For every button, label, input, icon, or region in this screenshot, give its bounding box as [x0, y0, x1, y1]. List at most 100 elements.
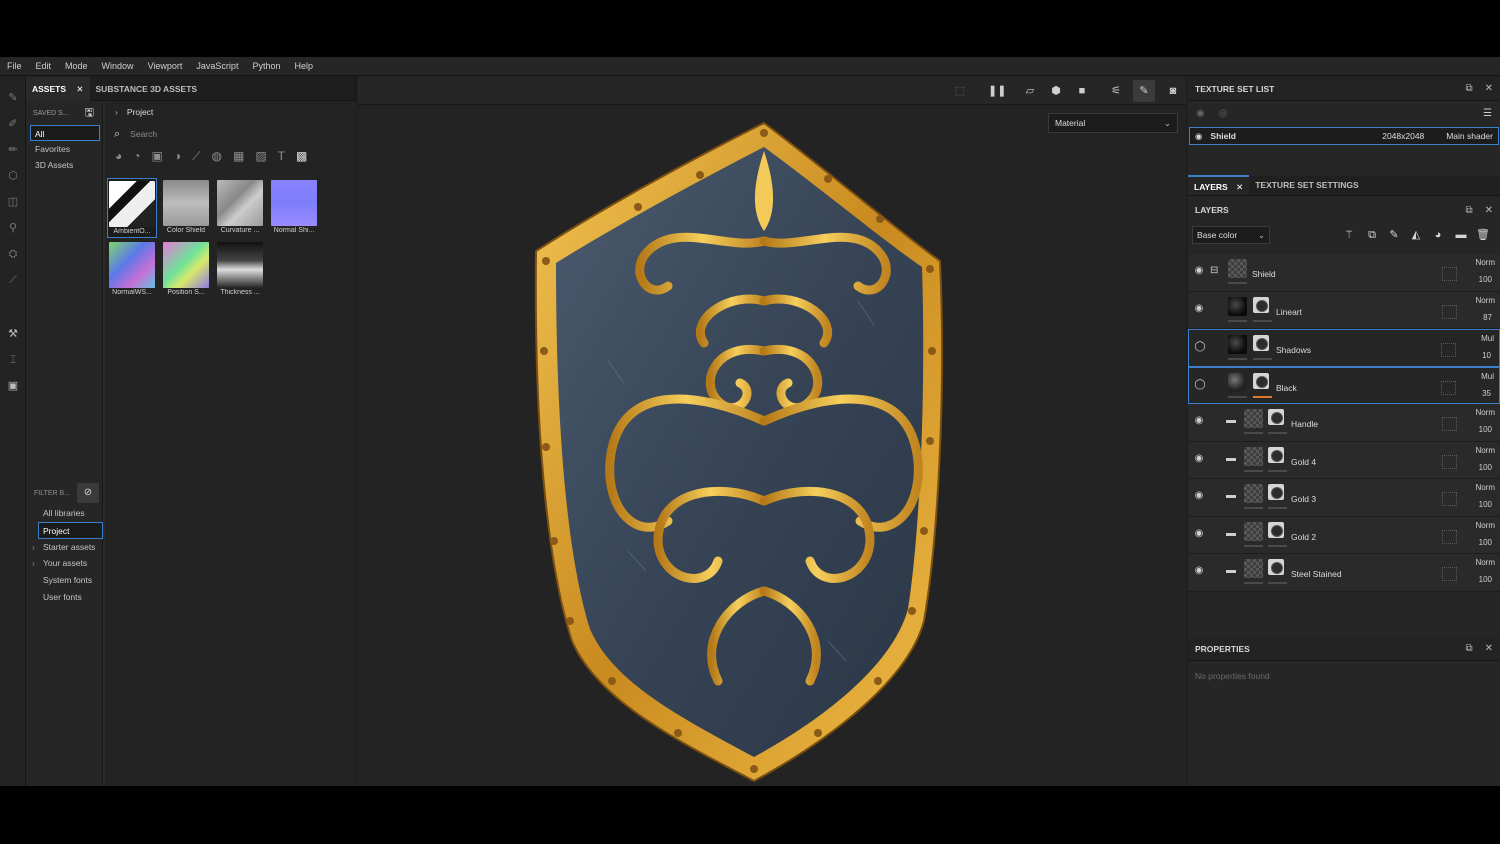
add-fill-layer-icon[interactable]: ◭ [1409, 228, 1423, 242]
texture-filter-icon[interactable]: ▨ [255, 149, 266, 163]
all-types-icon[interactable]: ▩ [296, 149, 307, 163]
category-all[interactable]: All [30, 125, 100, 141]
eye-icon[interactable]: ◉ [1192, 564, 1206, 578]
asset-thumbnail[interactable]: Thickness ... [215, 240, 265, 300]
library-starter-assets[interactable]: › Starter assets [26, 539, 103, 556]
eraser-icon[interactable]: ✐ [6, 117, 20, 131]
eye-icon[interactable]: ◉ [1192, 264, 1206, 278]
menu-window[interactable]: Window [95, 61, 141, 71]
eye-icon[interactable]: ◎ [1219, 108, 1228, 119]
blend-mode-select[interactable]: Mul [1481, 372, 1494, 381]
alpha-filter-icon[interactable]: ◍ [212, 149, 222, 163]
library-project[interactable]: Project [38, 521, 103, 539]
blend-mode-select[interactable]: Mul [1481, 334, 1494, 343]
selection-mode-icon[interactable]: ⬚ [952, 83, 968, 99]
category-favorites[interactable]: Favorites [26, 141, 102, 157]
visibility-toggle-icon[interactable]: ◉ [1196, 108, 1205, 119]
layer-row[interactable]: ◉ Lineart Norm 87 [1188, 291, 1500, 329]
eye-icon[interactable]: ◉ [1192, 527, 1206, 541]
opacity-value[interactable]: 10 [1482, 351, 1491, 360]
search-bar[interactable]: ⌕ Search [105, 123, 356, 145]
blend-mode-select[interactable]: Norm [1475, 558, 1495, 567]
tab-layers[interactable]: LAYERS ✕ [1188, 175, 1250, 195]
asset-thumbnail[interactable]: Curvature ... [215, 178, 265, 238]
undock-icon[interactable]: ⧉ [1465, 643, 1472, 654]
menu-javascript[interactable]: JavaScript [189, 61, 245, 71]
category-3d-assets[interactable]: 3D Assets [26, 157, 102, 173]
undock-icon[interactable]: ⧉ [1465, 205, 1472, 216]
tab-substance-3d-assets[interactable]: SUBSTANCE 3D ASSETS [90, 77, 204, 101]
material-select[interactable]: Material ⌄ [1048, 113, 1178, 133]
blend-mode-select[interactable]: Norm [1475, 408, 1495, 417]
add-paint-layer-icon[interactable]: ✎ [1387, 228, 1401, 242]
undock-icon[interactable]: ⧉ [1465, 83, 1472, 94]
picker-icon[interactable]: ⛭ [6, 247, 20, 261]
smudge-icon[interactable]: ◫ [6, 195, 20, 209]
paint-brush-icon[interactable]: ✎ [6, 91, 20, 105]
close-icon[interactable]: ✕ [76, 84, 83, 94]
grid-filter-icon[interactable]: ▦ [233, 149, 244, 163]
opacity-value[interactable]: 100 [1479, 500, 1492, 509]
add-folder-icon[interactable]: ▬ [1454, 228, 1468, 242]
polygon-fill-icon[interactable]: ⬡ [6, 169, 20, 183]
menu-help[interactable]: Help [287, 61, 320, 71]
layer-row[interactable]: ◉ ▬ Handle Norm 100 [1188, 404, 1500, 442]
material-filter-icon[interactable]: ◕ [115, 149, 122, 163]
eye-icon[interactable]: ◉ [1192, 452, 1206, 466]
eye-icon[interactable]: ◉ [1192, 489, 1206, 503]
camera-icon[interactable]: ■ [1074, 83, 1090, 99]
eye-icon[interactable]: ◉ [1192, 414, 1206, 428]
screenshot-icon[interactable]: ▣ [6, 379, 20, 393]
blend-mode-select[interactable]: Norm [1475, 296, 1495, 305]
add-mask-icon[interactable]: ⧉ [1365, 228, 1379, 242]
menu-icon[interactable]: ☰ [1483, 108, 1492, 119]
library-all[interactable]: All libraries [26, 505, 103, 522]
viewport[interactable]: ⬚ ❚❚ ▱ ⬢ ■ ⚟ ✎ ◙ Material ⌄ [358, 77, 1186, 786]
bake-icon[interactable]: ⚒ [6, 327, 20, 341]
layer-row-selected[interactable]: ◯ Shadows Mul 10 [1188, 329, 1500, 367]
opacity-value[interactable]: 100 [1479, 275, 1492, 284]
asset-thumbnail[interactable]: AmbientO... [107, 178, 157, 238]
menu-mode[interactable]: Mode [58, 61, 95, 71]
menu-edit[interactable]: Edit [29, 61, 59, 71]
smart-material-filter-icon[interactable]: ◔ [133, 149, 140, 163]
blend-mode-select[interactable]: Norm [1475, 446, 1495, 455]
library-system-fonts[interactable]: System fonts [26, 572, 103, 589]
opacity-value[interactable]: 100 [1479, 425, 1492, 434]
generator-filter-icon[interactable]: ◑ [174, 149, 181, 163]
menu-file[interactable]: File [0, 61, 29, 71]
texture-set-row[interactable]: ◉ Shield 2048x2048 Main shader [1189, 127, 1499, 145]
pause-icon[interactable]: ❚❚ [988, 83, 1006, 99]
clone-icon[interactable]: ⚲ [6, 221, 20, 235]
breadcrumb-project[interactable]: Project [127, 107, 153, 117]
close-icon[interactable]: ✕ [1485, 83, 1493, 94]
display-settings-icon[interactable]: ▱ [1022, 83, 1038, 99]
delete-icon[interactable]: 🗑 [1476, 228, 1490, 242]
mask-filter-icon[interactable]: ▣ [152, 149, 163, 163]
menu-python[interactable]: Python [245, 61, 287, 71]
eye-icon[interactable]: ◉ [1195, 131, 1202, 142]
screenshot-icon[interactable]: ◙ [1165, 83, 1181, 99]
paint-mode-icon[interactable]: ✎ [1133, 80, 1155, 102]
opacity-value[interactable]: 87 [1483, 313, 1492, 322]
layer-row[interactable]: ◉ ▬ Steel Stained Norm 100 [1188, 554, 1500, 592]
tab-assets[interactable]: ASSETS ✕ [26, 76, 90, 101]
opacity-value[interactable]: 35 [1482, 389, 1491, 398]
asset-thumbnail[interactable]: NormalWS... [107, 240, 157, 300]
close-icon[interactable]: ✕ [1236, 182, 1243, 192]
menu-viewport[interactable]: Viewport [141, 61, 190, 71]
text-filter-icon[interactable]: T [278, 149, 285, 163]
layer-row[interactable]: ◉ ▬ Gold 3 Norm 100 [1188, 479, 1500, 517]
layer-row[interactable]: ◉ ▬ Gold 2 Norm 100 [1188, 516, 1500, 554]
layer-row[interactable]: ◉ ▬ Gold 4 Norm 100 [1188, 441, 1500, 479]
layer-row-selected[interactable]: ◯ Black Mul 35 [1188, 366, 1500, 404]
save-icon[interactable]: 🖫 [85, 104, 94, 123]
camera-settings-icon[interactable]: ⬢ [1048, 83, 1064, 99]
geometry-icon[interactable]: ⟋ [6, 273, 20, 287]
search-input[interactable]: Search [130, 129, 157, 139]
close-icon[interactable]: ✕ [1485, 205, 1493, 216]
eye-icon[interactable]: ◉ [1192, 302, 1206, 316]
asset-thumbnail[interactable]: Normal Shi... [269, 178, 319, 238]
blend-mode-select[interactable]: Norm [1475, 483, 1495, 492]
library-your-assets[interactable]: › Your assets [26, 555, 103, 572]
